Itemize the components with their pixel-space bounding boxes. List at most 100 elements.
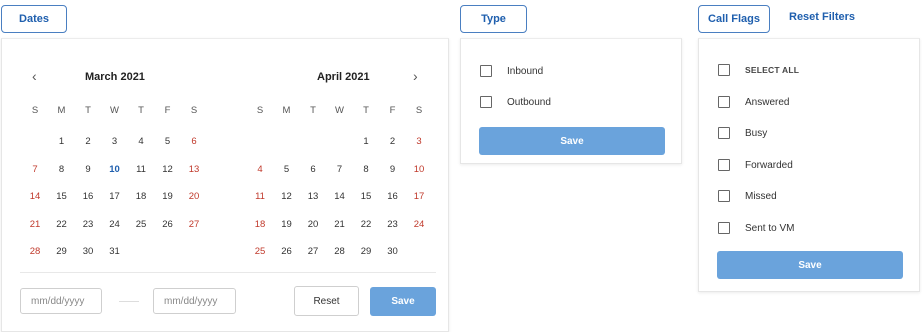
- call-flags-panel: SELECT ALL Answered Busy Forwarded Misse…: [698, 38, 920, 292]
- calendar-day[interactable]: 27: [181, 219, 207, 230]
- calendar-day[interactable]: 20: [181, 191, 207, 202]
- calendar-day[interactable]: 13: [300, 191, 326, 202]
- forwarded-checkbox[interactable]: [718, 159, 730, 171]
- calendar-day[interactable]: 4: [128, 136, 154, 147]
- call-flags-select-all[interactable]: SELECT ALL: [718, 64, 799, 76]
- calendar-day[interactable]: 31: [102, 246, 128, 257]
- calendar-day[interactable]: 25: [247, 246, 273, 257]
- calendar-day[interactable]: 6: [300, 164, 326, 175]
- calendar-day[interactable]: 7: [327, 164, 353, 175]
- calendar-day[interactable]: 25: [128, 219, 154, 230]
- calendar-day[interactable]: 12: [155, 164, 181, 175]
- calendar-day[interactable]: 2: [75, 136, 101, 147]
- calendar-day[interactable]: 10: [102, 164, 128, 175]
- calendar-day[interactable]: 11: [247, 191, 273, 202]
- calendar-day[interactable]: 12: [274, 191, 300, 202]
- calendar-day[interactable]: 17: [102, 191, 128, 202]
- calendar-grid-april: S M T W T F S 1 2 3 4 5 6 7 8 9 10 11 12 13 14 15 16 17 18 19 20 21…: [247, 105, 432, 257]
- calendar-day[interactable]: 5: [155, 136, 181, 147]
- calendar-day[interactable]: 20: [300, 219, 326, 230]
- calendar-day[interactable]: 5: [274, 164, 300, 175]
- reset-dates-button[interactable]: Reset: [294, 286, 359, 316]
- calendar-day[interactable]: 15: [49, 191, 75, 202]
- dates-filter-button[interactable]: Dates: [1, 5, 67, 33]
- call-flag-forwarded[interactable]: Forwarded: [718, 159, 793, 171]
- start-date-input[interactable]: mm/dd/yyyy: [20, 288, 102, 314]
- chevron-left-icon[interactable]: ‹: [32, 69, 37, 83]
- calendar-day[interactable]: 24: [406, 219, 432, 230]
- calendar-day[interactable]: 23: [380, 219, 406, 230]
- outbound-checkbox[interactable]: [480, 96, 492, 108]
- chevron-right-icon[interactable]: ›: [413, 69, 418, 83]
- calendar-day[interactable]: 18: [128, 191, 154, 202]
- calendar-day[interactable]: 9: [380, 164, 406, 175]
- calendar-day[interactable]: 14: [22, 191, 48, 202]
- calendar-day[interactable]: 4: [247, 164, 273, 175]
- calendar-day[interactable]: 19: [274, 219, 300, 230]
- calendar-day[interactable]: 21: [22, 219, 48, 230]
- calendar-day[interactable]: 29: [353, 246, 379, 257]
- calendar-day[interactable]: 9: [75, 164, 101, 175]
- calendar-day[interactable]: 8: [49, 164, 75, 175]
- answered-checkbox[interactable]: [718, 96, 730, 108]
- missed-checkbox[interactable]: [718, 190, 730, 202]
- calendar-day[interactable]: 21: [327, 219, 353, 230]
- calendar-day[interactable]: 6: [181, 136, 207, 147]
- calendar-day[interactable]: 16: [75, 191, 101, 202]
- type-panel: Inbound Outbound Save: [460, 38, 682, 164]
- calendar-day[interactable]: 3: [102, 136, 128, 147]
- missed-label: Missed: [745, 190, 777, 202]
- calendar-day[interactable]: 11: [128, 164, 154, 175]
- calendar-day[interactable]: 1: [49, 136, 75, 147]
- calendar-day[interactable]: 19: [155, 191, 181, 202]
- calendar-day[interactable]: 29: [49, 246, 75, 257]
- weekday-header: S: [415, 105, 423, 116]
- calendar-day[interactable]: 26: [274, 246, 300, 257]
- calendar-day[interactable]: 8: [353, 164, 379, 175]
- save-type-button[interactable]: Save: [479, 127, 665, 155]
- type-option-outbound[interactable]: Outbound: [480, 96, 551, 108]
- call-flags-filter-button[interactable]: Call Flags: [698, 5, 770, 33]
- calendar-day[interactable]: 14: [327, 191, 353, 202]
- reset-filters-link[interactable]: Reset Filters: [789, 11, 855, 23]
- sent-to-vm-checkbox[interactable]: [718, 222, 730, 234]
- save-call-flags-button[interactable]: Save: [717, 251, 903, 279]
- call-flag-busy[interactable]: Busy: [718, 127, 767, 139]
- select-all-label: SELECT ALL: [745, 65, 800, 75]
- calendar-day[interactable]: 18: [247, 219, 273, 230]
- calendar-day[interactable]: 15: [353, 191, 379, 202]
- calendar-day[interactable]: 2: [380, 136, 406, 147]
- end-date-input[interactable]: mm/dd/yyyy: [153, 288, 236, 314]
- calendar-day[interactable]: 10: [406, 164, 432, 175]
- weekday-header: T: [310, 105, 316, 116]
- select-all-checkbox[interactable]: [718, 64, 730, 76]
- weekday-header: T: [85, 105, 91, 116]
- calendar-day[interactable]: 27: [300, 246, 326, 257]
- calendar-day[interactable]: 26: [155, 219, 181, 230]
- inbound-checkbox[interactable]: [480, 65, 492, 77]
- call-flag-answered[interactable]: Answered: [718, 96, 789, 108]
- call-flag-missed[interactable]: Missed: [718, 190, 777, 202]
- calendar-day[interactable]: 23: [75, 219, 101, 230]
- calendar-day[interactable]: 7: [22, 164, 48, 175]
- calendar-day[interactable]: 24: [102, 219, 128, 230]
- calendar-day[interactable]: 3: [406, 136, 432, 147]
- calendar-day[interactable]: 17: [406, 191, 432, 202]
- calendar-day[interactable]: 22: [49, 219, 75, 230]
- calendar-day[interactable]: 13: [181, 164, 207, 175]
- calendar-day[interactable]: 30: [75, 246, 101, 257]
- busy-checkbox[interactable]: [718, 127, 730, 139]
- type-filter-button[interactable]: Type: [460, 5, 527, 33]
- type-option-inbound[interactable]: Inbound: [480, 65, 543, 77]
- outbound-label: Outbound: [507, 96, 551, 108]
- calendar-day[interactable]: 30: [380, 246, 406, 257]
- calendar-day[interactable]: 22: [353, 219, 379, 230]
- weekday-header: F: [389, 105, 396, 116]
- calendar-day[interactable]: 16: [380, 191, 406, 202]
- weekday-header: T: [138, 105, 144, 116]
- calendar-day[interactable]: 28: [22, 246, 48, 257]
- call-flag-sent-to-vm[interactable]: Sent to VM: [718, 222, 794, 234]
- save-dates-button[interactable]: Save: [370, 287, 436, 316]
- calendar-day[interactable]: 1: [353, 136, 379, 147]
- calendar-day[interactable]: 28: [327, 246, 353, 257]
